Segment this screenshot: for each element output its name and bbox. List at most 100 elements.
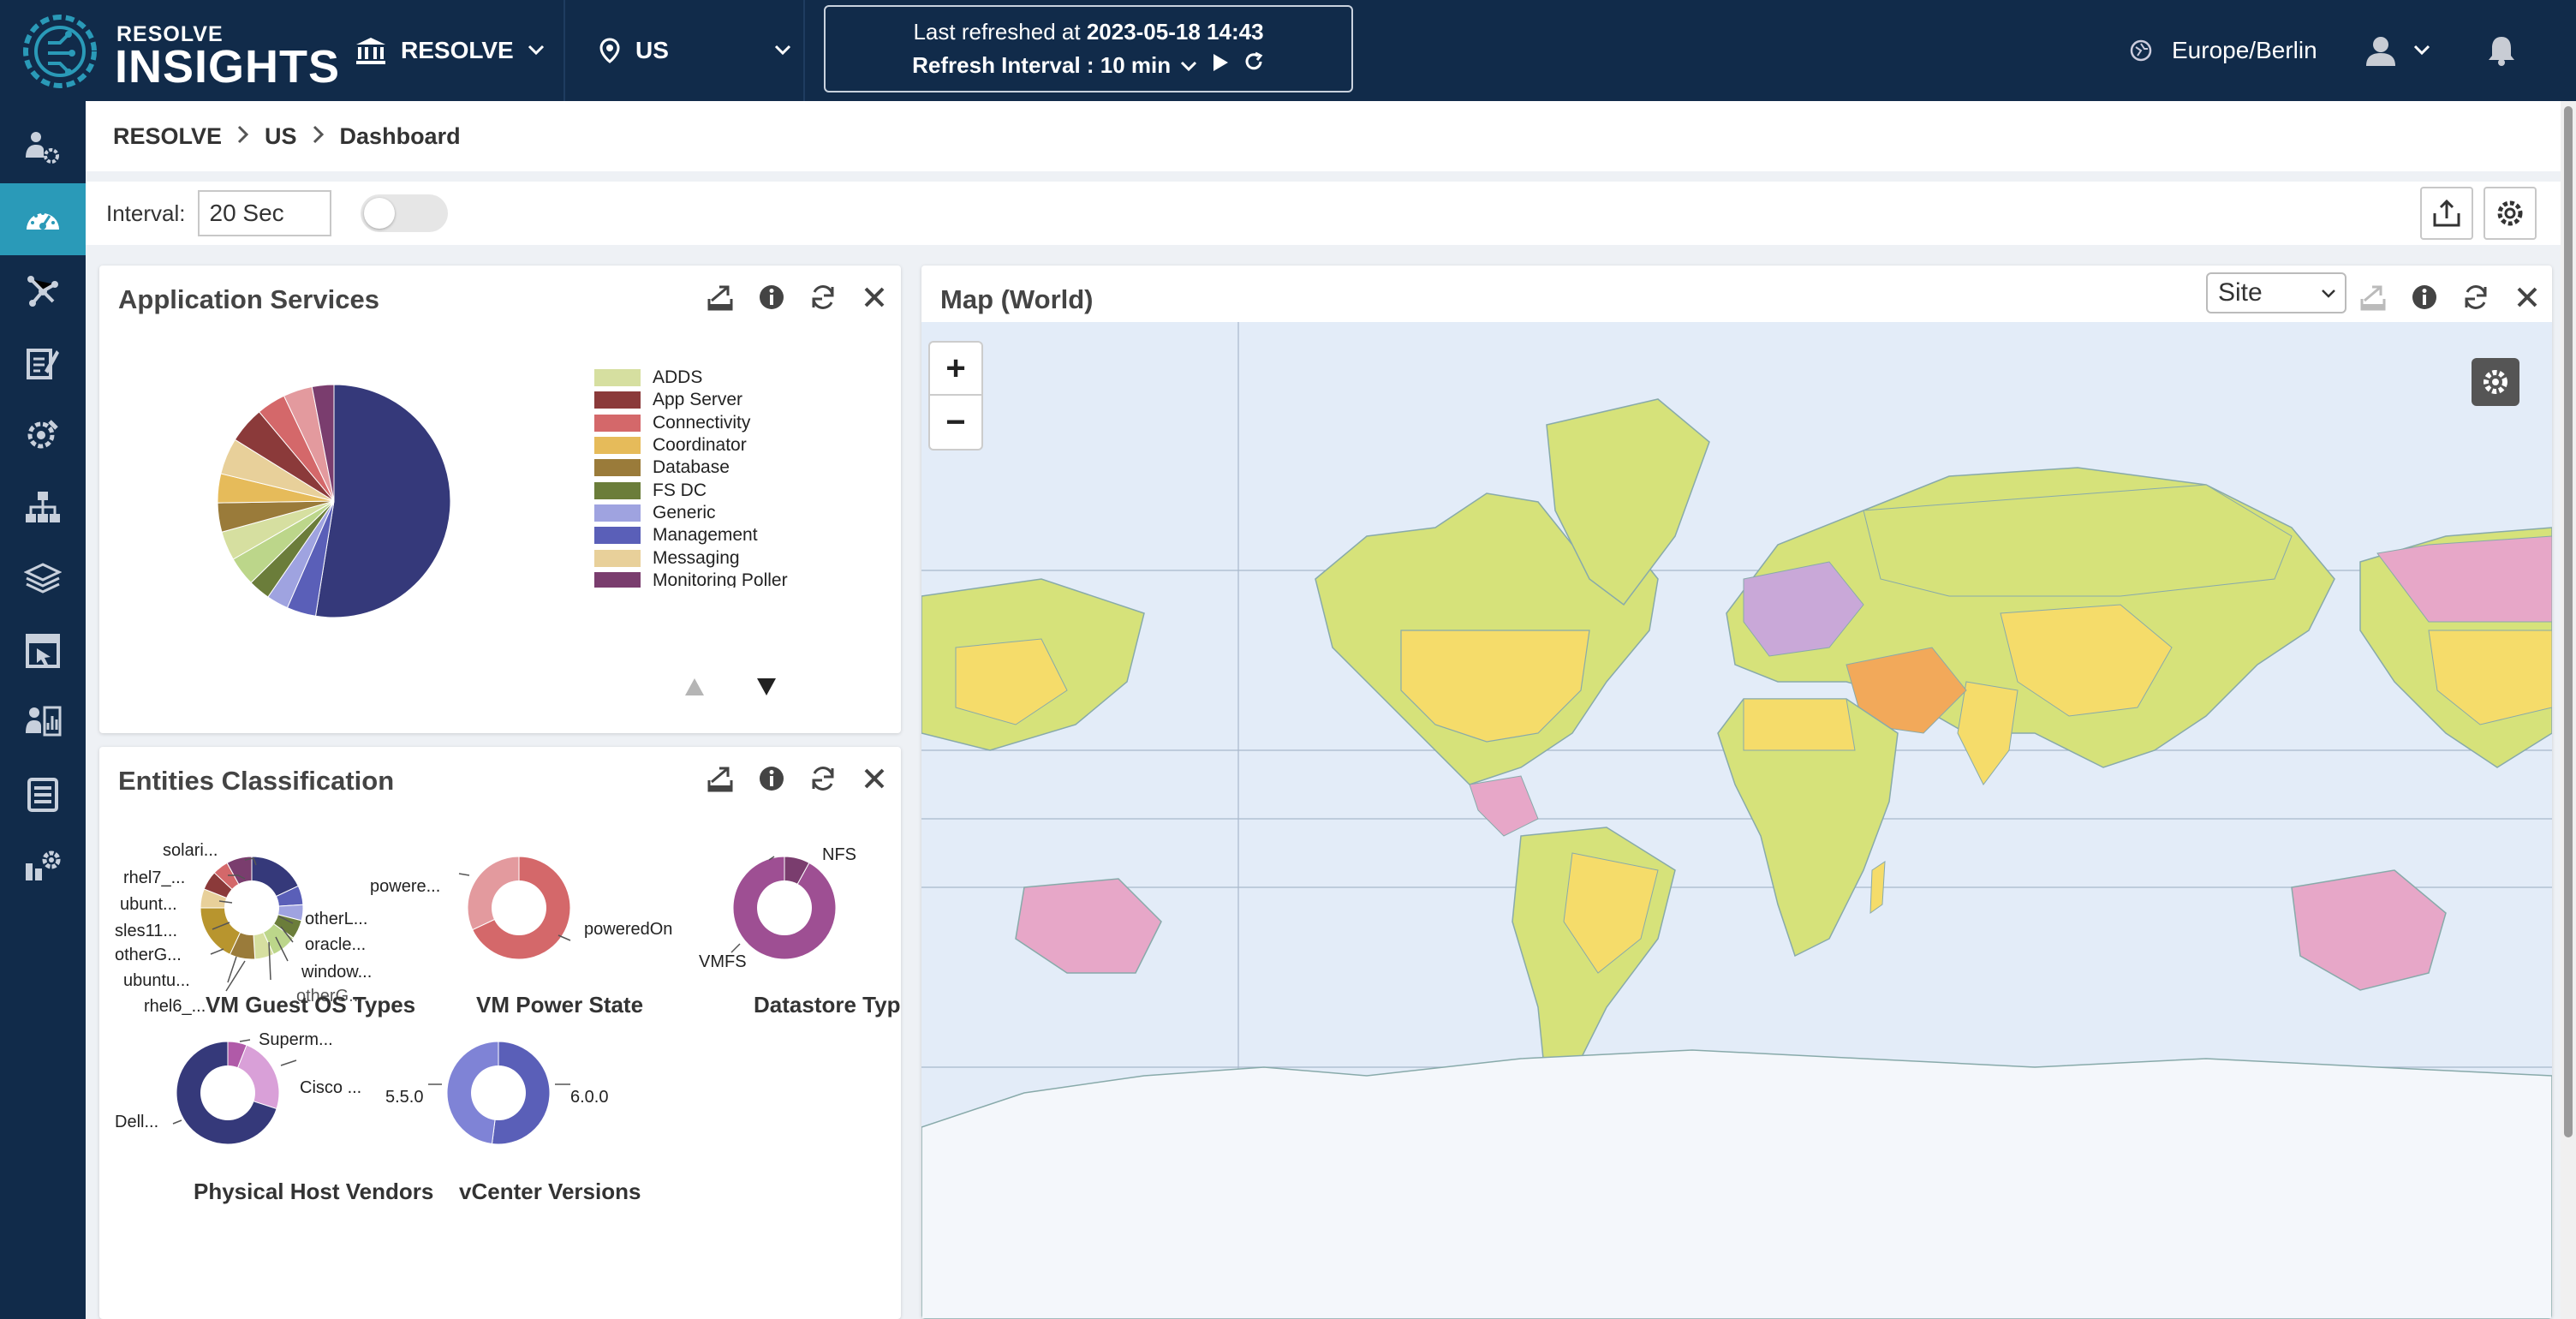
location-label: US (635, 37, 669, 63)
panel-refresh-button[interactable] (807, 281, 839, 313)
panel-close-button[interactable] (2511, 281, 2543, 313)
donut-label: 5.5.0 (385, 1088, 424, 1107)
madagascar-shape (1869, 861, 1886, 915)
timezone-selector[interactable]: Europe/Berlin (2129, 0, 2317, 101)
panel-info-button[interactable] (2408, 281, 2441, 313)
legend-item[interactable]: Generic (594, 502, 851, 524)
sidebar-item-reports[interactable] (0, 327, 86, 399)
interval-input[interactable]: 20 Sec (197, 190, 331, 236)
sidebar-item-topology[interactable] (0, 255, 86, 327)
map-settings-button[interactable] (2472, 358, 2519, 406)
zoom-in-button[interactable]: + (930, 343, 981, 396)
application-services-pie-chart[interactable] (206, 373, 462, 630)
top-navigation-bar: RESOLVE INSIGHTS RESOLVE US Last refresh… (0, 0, 2576, 101)
panel-refresh-button[interactable] (807, 762, 839, 795)
donut-caption: vCenter Versions (459, 1179, 641, 1204)
legend-item[interactable]: Connectivity (594, 412, 851, 434)
donut-label: solari... (163, 841, 218, 860)
refresh-status-box: Last refreshed at 2023-05-18 14:43 Refre… (824, 5, 1353, 93)
sidebar-item-database[interactable] (0, 759, 86, 831)
refresh-interval-dropdown[interactable]: Refresh Interval : 10 min (912, 52, 1171, 78)
donut-label: otherG... (115, 946, 182, 964)
pie-slice[interactable] (314, 384, 451, 618)
legend-page-down-icon[interactable] (755, 677, 778, 697)
africa-north-shape (1743, 698, 1856, 751)
panel-refresh-button[interactable] (2460, 281, 2492, 313)
chevron-down-icon (528, 45, 544, 56)
australia-shape (2291, 869, 2447, 991)
sidebar-item-applications[interactable] (0, 615, 86, 687)
notifications-button[interactable] (2487, 0, 2516, 101)
analytics-icon (26, 706, 62, 737)
vm-guest-os-donut[interactable] (192, 848, 312, 968)
donut-label: Cisco ... (300, 1078, 362, 1097)
legend-item[interactable]: Messaging (594, 546, 851, 569)
tenant-selector[interactable]: RESOLVE (355, 0, 545, 101)
chevron-right-icon (237, 123, 249, 150)
sidebar-item-hierarchy[interactable] (0, 471, 86, 543)
world-map-canvas[interactable]: + − (921, 322, 2552, 1319)
pie-legend: ADDS App Server Connectivity Coordinator Dat… (594, 367, 851, 588)
legend-item[interactable]: Management (594, 524, 851, 546)
sidebar-item-user-settings[interactable] (0, 111, 86, 183)
refresh-icon[interactable] (1243, 51, 1265, 73)
panel-toolbar (2357, 281, 2543, 313)
panel-toolbar (704, 281, 891, 313)
legend-label: Generic (653, 502, 716, 522)
sidebar-item-layers[interactable] (0, 543, 86, 615)
legend-item[interactable]: App Server (594, 389, 851, 411)
map-grouping-select[interactable]: Site (2206, 272, 2346, 313)
resolve-insights-logo[interactable]: RESOLVE INSIGHTS (17, 9, 339, 94)
legend-item[interactable]: ADDS (594, 367, 851, 389)
donut-label: powere... (370, 877, 441, 896)
zoom-out-button[interactable]: − (930, 396, 981, 449)
export-icon (2433, 199, 2460, 227)
datastore-type-donut[interactable] (724, 848, 844, 968)
sidebar-item-dashboard[interactable] (0, 183, 86, 255)
legend-label: Connectivity (653, 412, 751, 433)
panel-export-button[interactable] (704, 762, 736, 795)
page-scrollbar[interactable] (2561, 101, 2576, 1319)
panel-close-button[interactable] (858, 762, 891, 795)
location-selector[interactable]: US (599, 0, 796, 101)
export-icon (2360, 285, 2386, 311)
panel-close-button[interactable] (858, 281, 891, 313)
legend-item[interactable]: Monitoring Poller (594, 570, 851, 588)
bank-icon (356, 38, 385, 64)
sidebar-item-maintenance[interactable] (0, 399, 86, 471)
auto-rotate-toggle[interactable] (360, 194, 448, 232)
topbar-divider (564, 0, 565, 101)
scrollbar-thumb[interactable] (2564, 106, 2573, 1137)
legend-item[interactable]: Database (594, 457, 851, 479)
gear-icon (2484, 370, 2507, 394)
legend-item[interactable]: FS DC (594, 479, 851, 501)
legend-swatch (594, 414, 641, 432)
chevron-down-icon[interactable] (1180, 61, 1197, 73)
panel-info-button[interactable] (755, 281, 788, 313)
legend-item[interactable]: Coordinator (594, 434, 851, 457)
legend-page-up-icon[interactable] (683, 677, 706, 697)
user-menu[interactable] (2364, 0, 2430, 101)
sidebar-item-analytics[interactable] (0, 687, 86, 759)
dashboard-settings-button[interactable] (2484, 187, 2537, 240)
breadcrumb-item-location[interactable]: US (265, 123, 297, 150)
donut-label: oracle... (305, 935, 367, 954)
panel-info-button[interactable] (755, 762, 788, 795)
breadcrumb-item-dashboard: Dashboard (339, 122, 461, 149)
vm-power-state-donut[interactable] (459, 848, 579, 968)
export-button[interactable] (2420, 187, 2473, 240)
panel-export-button[interactable] (704, 281, 736, 313)
physical-host-vendors-donut[interactable] (168, 1033, 288, 1153)
donut-label: poweredOn (584, 920, 673, 939)
donut-label: 6.0.0 (570, 1088, 609, 1107)
donut-label: Dell... (115, 1113, 159, 1131)
reports-edit-icon (27, 349, 59, 379)
export-icon (707, 767, 733, 792)
donut-label: rhel7_... (123, 868, 186, 887)
breadcrumb-item-tenant[interactable]: RESOLVE (113, 123, 222, 150)
sidebar-item-admin-settings[interactable] (0, 831, 86, 903)
hierarchy-icon (26, 492, 60, 522)
panel-export-button[interactable] (2357, 281, 2389, 313)
play-icon[interactable] (1211, 52, 1230, 73)
vcenter-versions-donut[interactable] (438, 1033, 558, 1153)
